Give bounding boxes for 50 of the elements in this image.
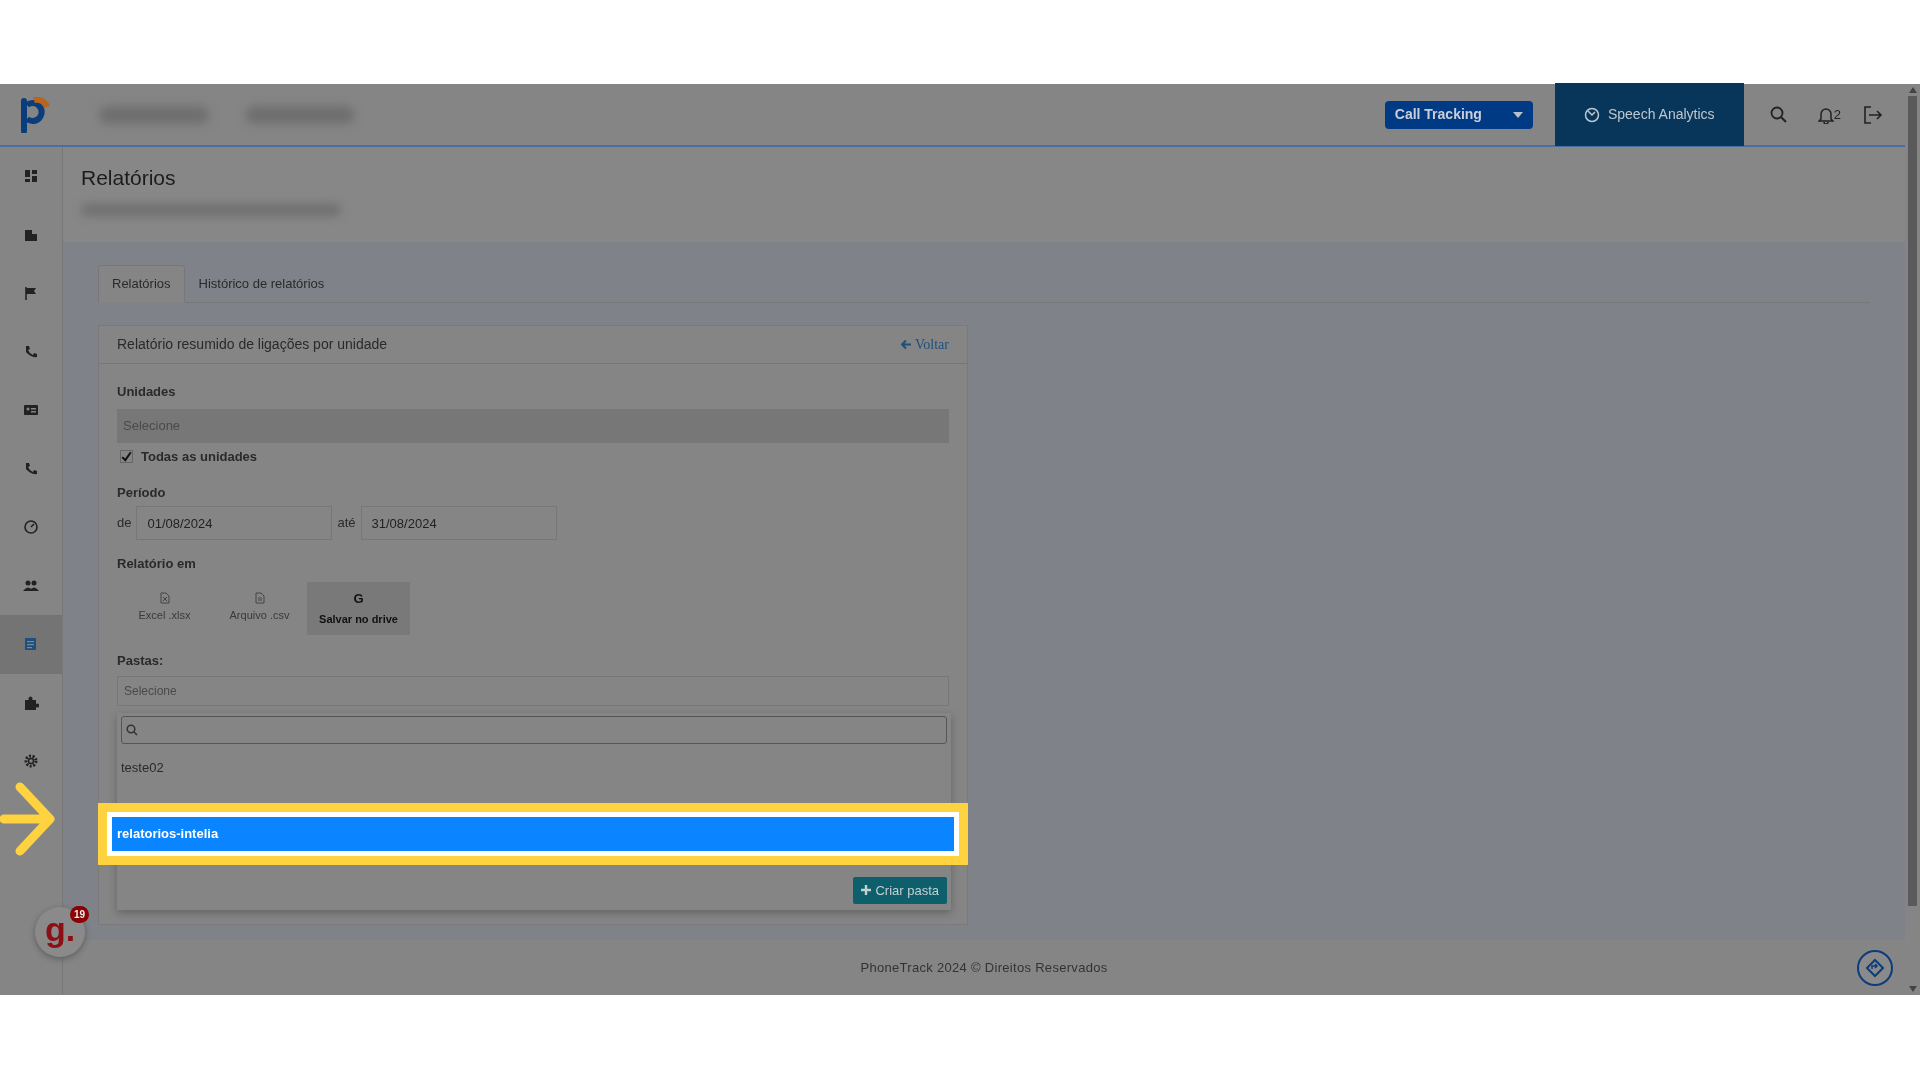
footer-text: PhoneTrack 2024 © Direitos Reservados — [860, 958, 1108, 977]
logout-icon[interactable] — [1863, 105, 1883, 124]
tab[interactable]: Relatórios — [98, 265, 185, 303]
plus-icon — [861, 885, 872, 896]
search-icon — [126, 723, 138, 736]
format-option[interactable]: Arquivo .csv — [212, 581, 307, 635]
field-label: de — [117, 514, 132, 533]
scrollbar[interactable] — [1905, 84, 1920, 995]
notifications-button[interactable]: 2 — [1817, 104, 1841, 125]
tab[interactable]: Histórico de relatórios — [184, 265, 339, 303]
gauge-icon — [23, 519, 39, 536]
caret-icon — [1512, 111, 1523, 118]
search-field[interactable] — [121, 715, 947, 744]
list-icon — [23, 636, 39, 653]
dropdown-option[interactable]: relatorios-intelia — [112, 817, 954, 851]
date-field[interactable]: 31/08/2024 — [360, 506, 557, 540]
spreadsheet-file-icon — [159, 592, 170, 605]
speech-analytics-button[interactable]: Speech Analytics — [1554, 83, 1744, 146]
dropdown-option[interactable]: teste02 — [121, 743, 947, 787]
search-icon[interactable] — [1769, 105, 1788, 124]
field-label: até — [337, 514, 356, 533]
bell-icon — [1817, 105, 1834, 124]
page-title: Relatórios — [81, 165, 177, 191]
field-label: Pastas: — [117, 651, 165, 670]
puzzle-icon — [23, 694, 39, 711]
arrow-left-icon — [901, 338, 913, 350]
format-option[interactable]: G Salvar no drive — [307, 581, 410, 635]
folder-select[interactable]: Selecione — [117, 676, 949, 706]
date-field[interactable]: 01/08/2024 — [136, 506, 333, 540]
settings-icon — [23, 753, 39, 770]
logo — [21, 96, 51, 133]
format-option[interactable]: Excel .xlsx — [117, 581, 212, 635]
text-file-icon — [254, 592, 265, 605]
product-dropdown[interactable]: Call Tracking — [1384, 100, 1533, 129]
pointer-arrow-icon — [0, 781, 56, 857]
phone-icon — [23, 343, 39, 360]
g-letter-icon: G — [353, 588, 364, 608]
flag-icon — [23, 285, 39, 302]
scroll-up-icon[interactable] — [1908, 87, 1917, 93]
create-folder-button[interactable]: Criar pasta — [853, 876, 947, 904]
checkbox[interactable] — [120, 450, 133, 464]
back-link[interactable]: Voltar — [901, 333, 949, 355]
field-label: Unidades — [117, 382, 177, 401]
checkbox-label: Todas as unidades — [141, 448, 258, 466]
phone-icon — [23, 460, 39, 477]
field-label: Relatório em — [117, 555, 197, 573]
scroll-down-icon[interactable] — [1908, 986, 1917, 992]
field-label: Período — [117, 483, 167, 502]
dashboard-icon — [23, 168, 39, 185]
card-title: Relatório resumido de ligações por unidade — [117, 334, 388, 354]
